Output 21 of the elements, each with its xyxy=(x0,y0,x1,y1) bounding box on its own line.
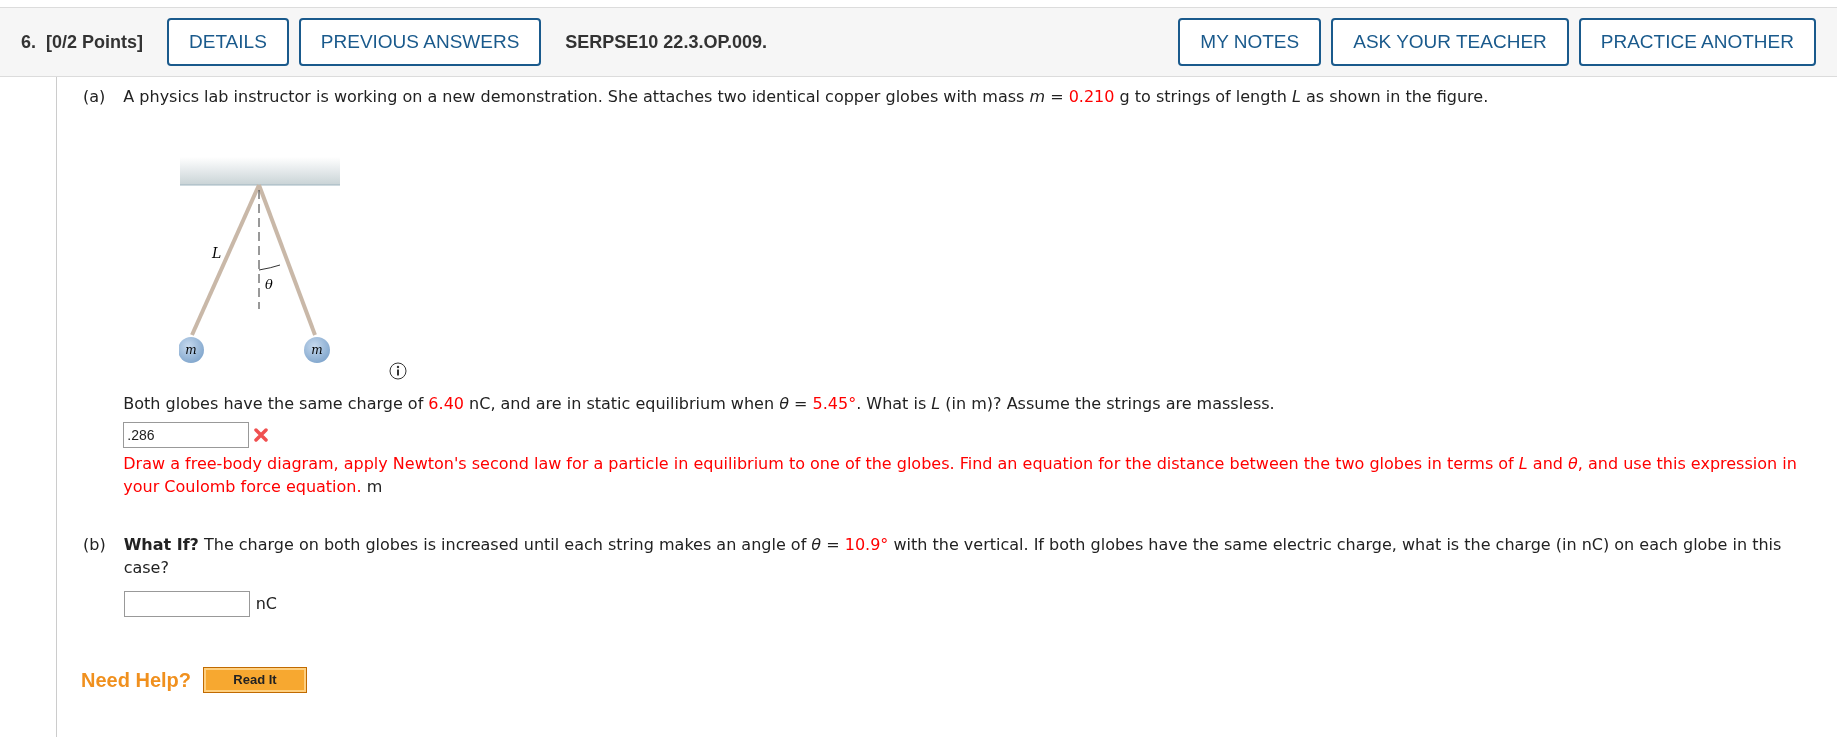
part-label: (a) xyxy=(83,86,106,108)
unit-label: nC xyxy=(255,593,277,615)
answer-field[interactable] xyxy=(123,591,250,617)
header-button[interactable]: PREVIOUS ANSWERS xyxy=(298,18,542,66)
header-button[interactable]: ASK YOUR TEACHER xyxy=(1331,18,1569,66)
part-label: (b) xyxy=(83,534,106,556)
points-label: [0/2 Points] xyxy=(46,30,144,54)
pendulum-drawing: L θ m m xyxy=(179,157,350,372)
problem-text: A physics lab instructor is working on a new demonstration. She attaches two identical copper globes with mass m = 0.210 g to strings of length L as shown in the figure. xyxy=(123,86,1490,108)
need-help-label: Need Help? xyxy=(81,668,192,693)
question-number: 6. xyxy=(21,30,36,54)
header-button[interactable]: PRACTICE ANOTHER xyxy=(1578,18,1816,66)
question-text: What If? The charge on both globes is increased until each string makes an angle of θ = 10.9° with the vertical. If both globes have the same electric charge, what is the charge (in nC) on each globe in this case? xyxy=(123,534,1783,579)
hint-text: Draw a free-body diagram, apply Newton's second law for a particle in equilibrium to one of the globes. Find an equation for the distance between the two globes in terms of L and θ, and use this expression in your Coulomb force equation. m xyxy=(123,453,1798,498)
info-icon[interactable] xyxy=(389,362,408,380)
answer-field[interactable]: .286 xyxy=(123,422,250,448)
read-it-button[interactable]: Read It xyxy=(203,667,308,693)
header-button[interactable]: MY NOTES xyxy=(1178,18,1322,66)
problem-code: SERPSE10 22.3.OP.009. xyxy=(565,30,768,54)
header-button[interactable]: DETAILS xyxy=(167,18,289,66)
question-text: Both globes have the same charge of 6.40 nC, and are in static equilibrium when θ = 5.45°. What is L (in m)? Assume the strings are massless. xyxy=(123,393,1276,415)
